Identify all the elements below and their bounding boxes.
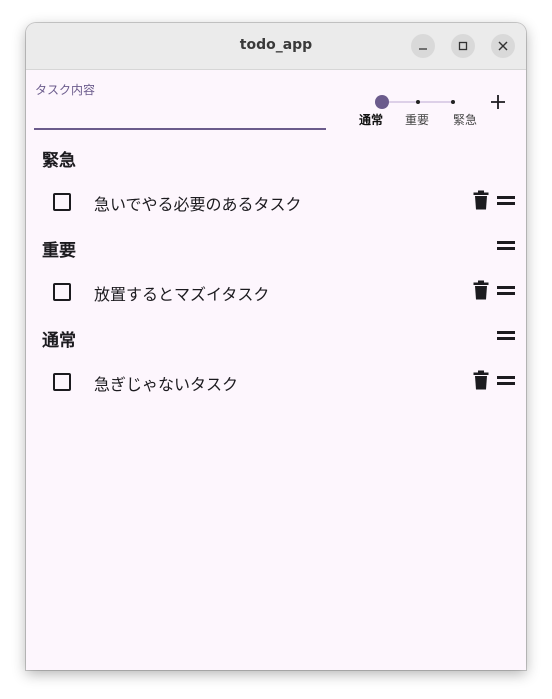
app-window: todo_app タスク内容 通常 重要 緊急 緊急 急いでやる必要のあるタスク… bbox=[26, 23, 526, 670]
maximize-icon bbox=[458, 41, 468, 51]
section-title-urgent: 緊急 bbox=[42, 151, 76, 171]
task-row: 急ぎじゃないタスク bbox=[26, 364, 526, 400]
priority-slider[interactable] bbox=[366, 92, 486, 112]
drag-handle-icon[interactable] bbox=[497, 331, 515, 341]
trash-icon[interactable] bbox=[473, 280, 489, 300]
drag-handle-icon[interactable] bbox=[497, 286, 515, 296]
plus-icon bbox=[491, 95, 505, 109]
task-row: 放置するとマズイタスク bbox=[26, 274, 526, 310]
priority-label-urgent: 緊急 bbox=[453, 113, 478, 127]
drag-handle-icon[interactable] bbox=[497, 241, 515, 251]
task-text: 急いでやる必要のあるタスク bbox=[94, 195, 302, 214]
task-checkbox[interactable] bbox=[53, 373, 71, 391]
priority-label-important: 重要 bbox=[405, 113, 430, 127]
task-text: 急ぎじゃないタスク bbox=[94, 375, 239, 394]
title-bar: todo_app bbox=[26, 23, 526, 70]
slider-tick bbox=[416, 100, 420, 104]
trash-icon[interactable] bbox=[473, 190, 489, 210]
task-row: 急いでやる必要のあるタスク bbox=[26, 184, 526, 220]
task-input[interactable] bbox=[34, 100, 326, 130]
task-input-label: タスク内容 bbox=[35, 83, 96, 97]
section-title-normal: 通常 bbox=[42, 331, 76, 351]
maximize-button[interactable] bbox=[451, 34, 475, 58]
add-task-button[interactable] bbox=[486, 90, 510, 114]
drag-handle-icon[interactable] bbox=[497, 376, 515, 386]
main-content: タスク内容 通常 重要 緊急 緊急 急いでやる必要のあるタスク 重要 放置すると… bbox=[26, 70, 526, 670]
slider-thumb[interactable] bbox=[375, 95, 389, 109]
task-text: 放置するとマズイタスク bbox=[94, 285, 270, 304]
section-title-important: 重要 bbox=[42, 241, 76, 261]
close-button[interactable] bbox=[491, 34, 515, 58]
trash-icon[interactable] bbox=[473, 370, 489, 390]
task-checkbox[interactable] bbox=[53, 283, 71, 301]
minimize-button[interactable] bbox=[411, 34, 435, 58]
slider-tick bbox=[451, 100, 455, 104]
close-icon bbox=[498, 41, 508, 51]
priority-label-normal: 通常 bbox=[359, 113, 384, 127]
task-checkbox[interactable] bbox=[53, 193, 71, 211]
drag-handle-icon[interactable] bbox=[497, 196, 515, 206]
minimize-icon bbox=[419, 48, 427, 50]
